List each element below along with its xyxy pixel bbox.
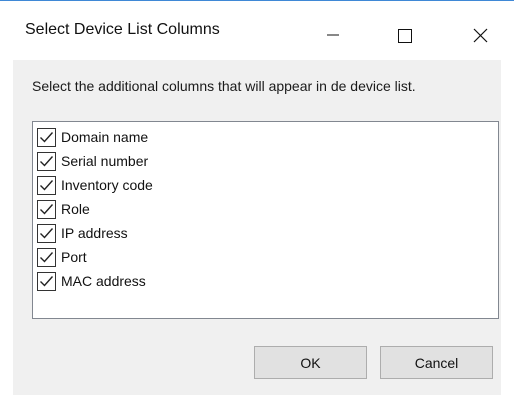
column-item-label: Role	[61, 201, 90, 217]
checkbox-checked-icon[interactable]	[37, 223, 56, 243]
maximize-button[interactable]	[381, 13, 427, 47]
cancel-button[interactable]: Cancel	[380, 346, 493, 379]
column-item-role[interactable]: Role	[37, 197, 90, 221]
dialog-body: Select the additional columns that will …	[13, 60, 501, 395]
minimize-icon	[327, 34, 339, 36]
ok-button[interactable]: OK	[254, 346, 367, 379]
minimize-button[interactable]	[309, 13, 355, 47]
instruction-text: Select the additional columns that will …	[32, 78, 416, 94]
maximize-icon	[398, 29, 412, 43]
column-item-serial-number[interactable]: Serial number	[37, 149, 148, 173]
column-item-ip-address[interactable]: IP address	[37, 221, 128, 245]
column-item-label: Port	[61, 249, 87, 265]
title-bar[interactable]: Select Device List Columns	[0, 1, 514, 60]
column-item-port[interactable]: Port	[37, 245, 87, 269]
column-item-label: Serial number	[61, 153, 149, 169]
checkbox-checked-icon[interactable]	[37, 271, 56, 291]
checkbox-checked-icon[interactable]	[37, 247, 56, 267]
column-item-label: IP address	[61, 225, 128, 241]
column-item-label: MAC address	[61, 273, 146, 289]
column-item-label: Domain name	[61, 129, 149, 145]
close-icon	[473, 28, 488, 43]
column-item-label: Inventory code	[61, 177, 153, 193]
close-button[interactable]	[457, 13, 503, 47]
column-item-domain-name[interactable]: Domain name	[37, 125, 148, 149]
column-item-inventory-code[interactable]: Inventory code	[37, 173, 153, 197]
checkbox-checked-icon[interactable]	[37, 151, 56, 171]
column-item-mac-address[interactable]: MAC address	[37, 269, 146, 293]
checkbox-checked-icon[interactable]	[37, 175, 56, 195]
checkbox-checked-icon[interactable]	[37, 199, 56, 219]
window-title: Select Device List Columns	[25, 21, 220, 38]
columns-checklist[interactable]: Domain name Serial number Inventory code	[32, 121, 499, 319]
select-columns-dialog: Select Device List Columns Select the ad…	[0, 0, 514, 395]
checkbox-checked-icon[interactable]	[37, 127, 56, 147]
